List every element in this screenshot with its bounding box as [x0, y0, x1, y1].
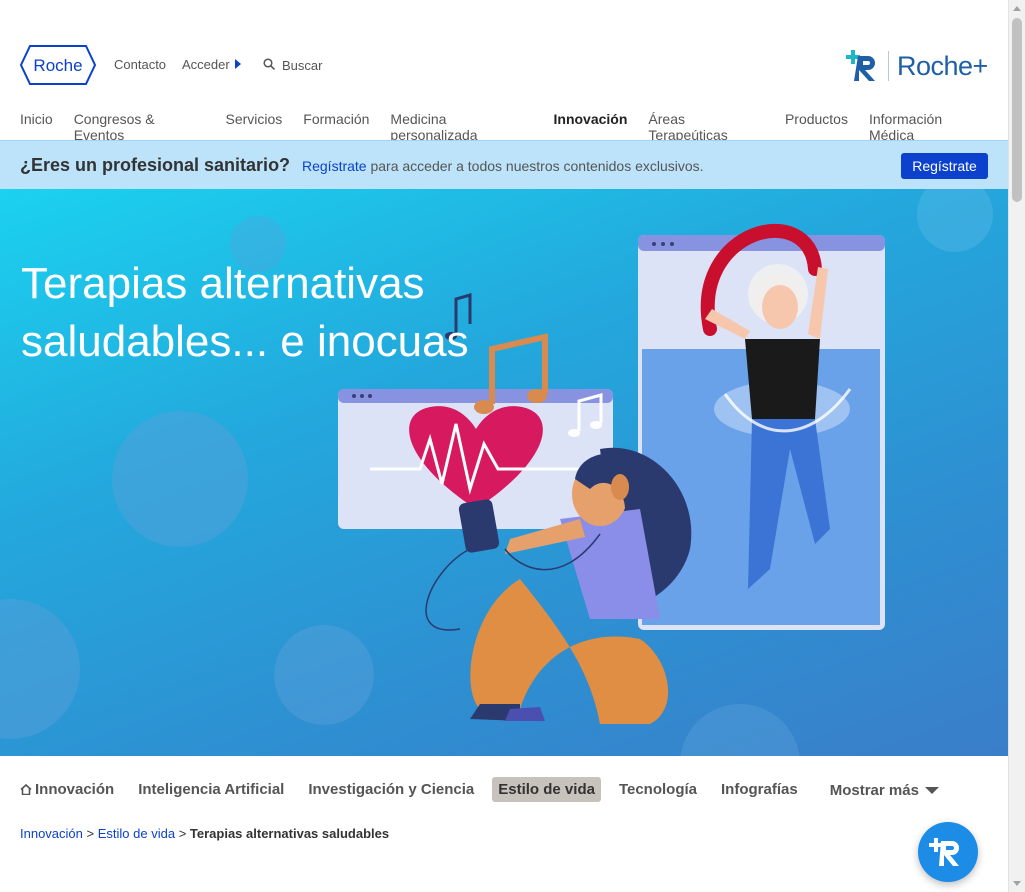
nav-item-inicio[interactable]: Inicio	[20, 111, 53, 143]
hero-title-line1: Terapias alternativas	[21, 259, 425, 308]
roche-plus-logo[interactable]: Roche+	[846, 48, 988, 84]
vertical-scrollbar[interactable]	[1008, 0, 1025, 892]
show-more-button[interactable]: Mostrar más	[824, 776, 945, 803]
breadcrumb-current: Terapias alternativas saludables	[189, 826, 390, 841]
svg-text:Roche: Roche	[33, 56, 82, 75]
register-description: para acceder a todos nuestros contenidos…	[370, 158, 704, 174]
roche-plus-icon	[846, 50, 875, 81]
breadcrumb-separator: >	[86, 826, 95, 841]
show-more-label: Mostrar más	[829, 781, 919, 799]
register-link[interactable]: Regístrate	[302, 158, 367, 174]
scroll-down-icon[interactable]	[1013, 881, 1021, 886]
register-button[interactable]: Regístrate	[901, 153, 988, 179]
contact-link[interactable]: Contacto	[114, 57, 166, 72]
category-nav: Innovación Inteligencia Artificial Inves…	[20, 775, 957, 803]
chevron-down-icon	[924, 786, 939, 794]
nav-item-areas[interactable]: Áreas Terapeúticas	[648, 111, 764, 143]
breadcrumb-innovacion[interactable]: Innovación	[20, 826, 83, 841]
search-link[interactable]: Buscar	[282, 58, 322, 73]
nav-item-congresos[interactable]: Congresos & Eventos	[74, 111, 205, 143]
nav-item-innovacion[interactable]: Innovación	[554, 111, 628, 143]
register-question: ¿Eres un profesional sanitario?	[20, 155, 291, 175]
nav-item-informacion[interactable]: Información Médica	[869, 111, 987, 143]
category-investigacion[interactable]: Investigación y Ciencia	[302, 777, 480, 802]
register-banner: ¿Eres un profesional sanitario? Regístra…	[0, 140, 1008, 189]
roche-plus-fab[interactable]	[918, 822, 978, 882]
page: Roche Contacto Acceder Buscar Roche+ Ini…	[0, 0, 1008, 892]
roche-plus-text: Roche+	[888, 51, 988, 81]
main-nav: Inicio Congresos & Eventos Servicios For…	[20, 111, 1008, 143]
breadcrumb-separator: >	[178, 826, 187, 841]
roche-logo[interactable]: Roche	[20, 45, 96, 85]
roche-plus-fab-icon	[929, 838, 959, 866]
login-label: Acceder	[182, 57, 230, 72]
category-ia[interactable]: Inteligencia Artificial	[132, 777, 290, 802]
nav-item-productos[interactable]: Productos	[785, 111, 848, 143]
category-innovacion[interactable]: Innovación	[14, 777, 120, 802]
register-text: Regístrate para acceder a todos nuestros…	[302, 158, 704, 174]
breadcrumb: Innovación > Estilo de vida > Terapias a…	[20, 826, 389, 841]
hero-title: Terapias alternativas saludables... e in…	[21, 255, 491, 371]
hero-banner: Terapias alternativas saludables... e in…	[0, 189, 1008, 756]
category-innovacion-label: Innovación	[35, 780, 115, 798]
scroll-up-icon[interactable]	[1013, 6, 1021, 11]
category-estilo-de-vida[interactable]: Estilo de vida	[492, 776, 601, 802]
login-link[interactable]: Acceder	[182, 57, 241, 72]
nav-item-medicina[interactable]: Medicina personalizada	[390, 111, 532, 143]
category-tecnologia[interactable]: Tecnología	[613, 777, 703, 802]
search-icon[interactable]	[263, 58, 275, 70]
breadcrumb-estilo-de-vida[interactable]: Estilo de vida	[98, 826, 175, 841]
category-infografias[interactable]: Infografías	[715, 777, 804, 802]
nav-item-servicios[interactable]: Servicios	[225, 111, 282, 143]
site-header: Roche Contacto Acceder Buscar Roche+ Ini…	[0, 0, 1008, 143]
home-icon	[20, 783, 32, 795]
hero-title-line2: saludables... e inocuas	[21, 317, 469, 366]
scrollbar-thumb[interactable]	[1012, 18, 1022, 202]
caret-right-icon	[234, 59, 241, 69]
nav-item-formacion[interactable]: Formación	[303, 111, 369, 143]
